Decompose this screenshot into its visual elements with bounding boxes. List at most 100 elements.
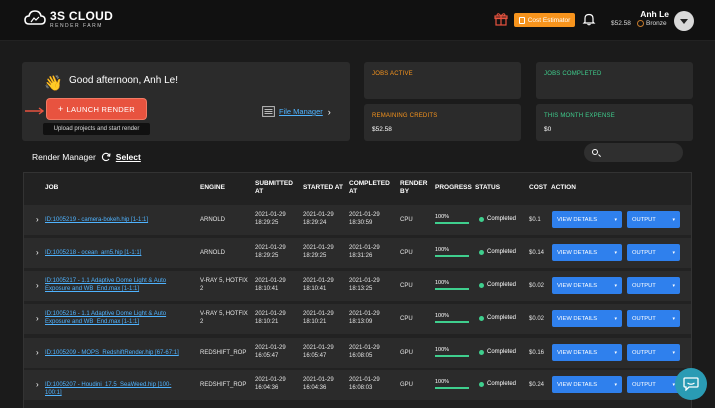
arrow-right-icon	[25, 107, 45, 115]
submitted-time: 16:04:36	[255, 385, 279, 391]
engine-cell: V-RAY 5, HOTFIX 2	[200, 278, 248, 292]
refresh-icon[interactable]	[101, 152, 111, 162]
status-dot-icon	[479, 381, 484, 387]
view-details-label: VIEW DETAILS	[557, 249, 598, 256]
search-input[interactable]	[602, 146, 678, 159]
job-link[interactable]: ID:1005207 - Houdini_17.5_SeaWeed.hip [1…	[45, 381, 185, 397]
render-jobs-table: JOB ENGINE SUBMITTED AT STARTED AT COMPL…	[23, 172, 692, 408]
expand-chevron-icon[interactable]: ›	[36, 281, 39, 290]
completed-date: 2021-01-29	[349, 377, 380, 383]
stat-label: JOBS ACTIVE	[372, 71, 413, 77]
completed-date: 2021-01-29	[349, 345, 380, 351]
status-badge: Completed	[479, 349, 516, 355]
expand-chevron-icon[interactable]: ›	[36, 215, 39, 224]
user-tier-label: Bronze	[646, 20, 667, 27]
table-row[interactable]: › ID:1005218 - ocean_arn5.hip [1-1:1] ARNO…	[24, 238, 691, 268]
output-label: OUTPUT	[632, 216, 656, 223]
progress-bar	[435, 255, 469, 257]
stat-jobs-active: JOBS ACTIVE	[364, 62, 521, 99]
view-details-button[interactable]: VIEW DETAILS ▾	[552, 211, 622, 228]
started-time: 18:29:25	[303, 253, 327, 259]
submitted-date: 2021-01-29	[255, 377, 286, 383]
table-row[interactable]: › ID:1005216 - 1.1 Adaptive Dome Light & …	[24, 304, 691, 334]
greeting-text: Good afternoon, Anh Le!	[69, 75, 178, 86]
job-link[interactable]: ID:1005209 - MOPS_RedshiftRender.hip [67…	[45, 349, 185, 357]
expand-chevron-icon[interactable]: ›	[36, 248, 39, 257]
header-status: STATUS	[475, 184, 501, 191]
view-details-button[interactable]: VIEW DETAILS ▾	[552, 376, 622, 393]
header-completed: COMPLETED AT	[349, 180, 390, 195]
status-badge: Completed	[479, 315, 516, 321]
completed-time: 18:13:25	[349, 286, 373, 292]
started-time: 18:10:41	[303, 286, 327, 292]
cost-cell: $0.24	[529, 382, 545, 388]
launch-render-label: LAUNCH RENDER	[66, 104, 136, 114]
brand-logo[interactable]: 3S CLOUD RENDER FARM	[24, 9, 113, 29]
table-row[interactable]: › ID:1005209 - MOPS_RedshiftRender.hip [6…	[24, 338, 691, 368]
progress-bar	[435, 321, 469, 323]
header-started: STARTED AT	[303, 184, 343, 191]
progress-text: 100%	[435, 214, 450, 220]
job-link[interactable]: ID:1005217 - 1.1 Adaptive Dome Light & A…	[45, 277, 185, 293]
select-link[interactable]: Select	[116, 152, 141, 162]
chevron-down-icon: ▾	[614, 249, 617, 256]
render-manager-header: Render Manager Select	[32, 152, 141, 162]
bell-icon[interactable]	[582, 12, 596, 26]
progress-cell: 100%	[435, 280, 469, 290]
cost-cell: $0.1	[529, 217, 541, 223]
chevron-down-icon: ▾	[614, 349, 617, 356]
expand-chevron-icon[interactable]: ›	[36, 380, 39, 389]
job-link[interactable]: ID:1005218 - ocean_arn5.hip [1-1:1]	[45, 249, 185, 257]
expand-chevron-icon[interactable]: ›	[36, 314, 39, 323]
status-dot-icon	[479, 315, 484, 321]
output-button[interactable]: OUTPUT ▾	[627, 244, 680, 261]
engine-cell: ARNOLD	[200, 217, 226, 223]
output-button[interactable]: OUTPUT ▾	[627, 277, 680, 294]
completed-time: 18:30:59	[349, 220, 373, 226]
engine-cell: REDSHIFT_ROP	[200, 382, 247, 388]
job-link[interactable]: ID:1005219 - camera-bokeh.hip [1-1:1]	[45, 216, 185, 224]
view-details-button[interactable]: VIEW DETAILS ▾	[552, 244, 622, 261]
output-label: OUTPUT	[632, 315, 656, 322]
status-text: Completed	[487, 249, 517, 255]
started-date: 2021-01-29	[303, 245, 334, 251]
greeting-panel: 👋 Good afternoon, Anh Le! + LAUNCH RENDE…	[22, 62, 350, 141]
completed-time: 18:31:26	[349, 253, 373, 259]
gift-icon[interactable]	[494, 12, 508, 26]
started-date: 2021-01-29	[303, 345, 334, 351]
expand-chevron-icon[interactable]: ›	[36, 348, 39, 357]
table-row[interactable]: › ID:1005217 - 1.1 Adaptive Dome Light & …	[24, 271, 691, 301]
view-details-button[interactable]: VIEW DETAILS ▾	[552, 310, 622, 327]
started-date: 2021-01-29	[303, 278, 334, 284]
brand-subtitle: RENDER FARM	[50, 22, 103, 29]
stat-label: THIS MONTH EXPENSE	[544, 113, 615, 119]
started-time: 16:05:47	[303, 353, 327, 359]
output-button[interactable]: OUTPUT ▾	[627, 211, 680, 228]
view-details-button[interactable]: VIEW DETAILS ▾	[552, 344, 622, 361]
chat-icon[interactable]	[675, 368, 707, 400]
header-job: JOB	[45, 184, 59, 191]
search-box[interactable]	[584, 143, 683, 162]
render-by-cell: CPU	[400, 316, 413, 322]
job-link[interactable]: ID:1005216 - 1.1 Adaptive Dome Light & A…	[45, 310, 185, 326]
output-button[interactable]: OUTPUT ▾	[627, 344, 680, 361]
output-button[interactable]: OUTPUT ▾	[627, 310, 680, 327]
output-button[interactable]: OUTPUT ▾	[627, 376, 680, 393]
submitted-date: 2021-01-29	[255, 245, 286, 251]
user-menu-chevron-down-icon[interactable]	[674, 11, 694, 31]
medal-icon	[637, 20, 644, 27]
engine-cell: ARNOLD	[200, 250, 226, 256]
header-submitted: SUBMITTED AT	[255, 180, 293, 195]
table-row[interactable]: › ID:1005219 - camera-bokeh.hip [1-1:1] AR…	[24, 205, 691, 235]
progress-text: 100%	[435, 347, 450, 353]
header-action: ACTION	[551, 184, 576, 191]
render-by-cell: CPU	[400, 217, 413, 223]
file-manager-link[interactable]: File Manager ›	[262, 106, 331, 117]
view-details-button[interactable]: VIEW DETAILS ▾	[552, 277, 622, 294]
view-details-label: VIEW DETAILS	[557, 282, 598, 289]
cost-estimator-button[interactable]: Cost Estimator	[514, 13, 575, 27]
file-manager-icon	[262, 106, 275, 117]
launch-render-button[interactable]: + LAUNCH RENDER	[47, 99, 146, 119]
table-row[interactable]: › ID:1005207 - Houdini_17.5_SeaWeed.hip […	[24, 370, 691, 400]
render-by-cell: GPU	[400, 350, 414, 356]
